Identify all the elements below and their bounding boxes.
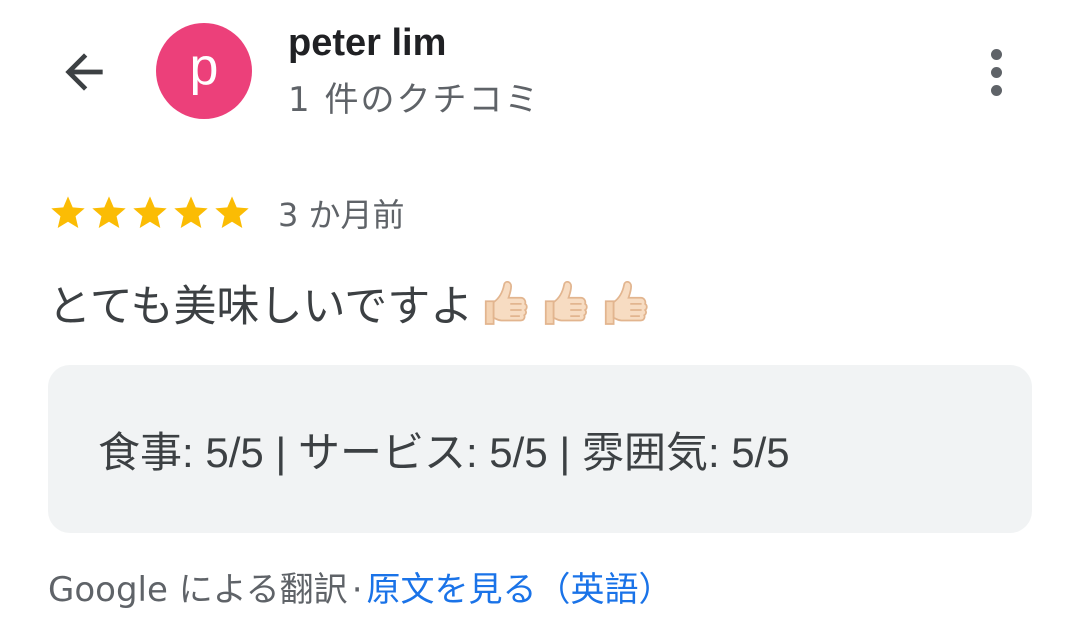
rating-row: 3 か月前 [48,190,405,236]
see-original-link[interactable]: 原文を見る（英語） [367,562,673,611]
header: p peter lim 1 件のクチコミ [0,0,1080,140]
sub-ratings-box: 食事: 5/5 | サービス: 5/5 | 雰囲気: 5/5 [48,365,1032,533]
more-vertical-icon [990,48,1002,60]
separator: · [351,570,363,610]
back-button[interactable] [44,32,124,112]
star-icon [130,193,170,233]
review-detail-page: p peter lim 1 件のクチコミ 3 か月前 とても美味しいですよ 食事… [0,0,1080,623]
review-text: とても美味しいですよ [48,272,653,334]
more-vertical-icon-dot [990,84,1002,96]
star-icon [212,193,252,233]
star-icon [171,193,211,233]
star-icon [89,193,129,233]
user-name[interactable]: peter lim [288,22,446,65]
review-count: 1 件のクチコミ [288,80,541,120]
more-options-button[interactable] [966,38,1026,106]
avatar[interactable]: p [156,23,252,119]
sub-ratings-text: 食事: 5/5 | サービス: 5/5 | 雰囲気: 5/5 [98,428,790,476]
review-time: 3 か月前 [278,196,405,234]
avatar-letter: p [189,38,219,96]
translation-note: Google による翻訳 [48,570,348,610]
thumbs-up-icon [477,275,533,331]
more-vertical-icon-dot [990,66,1002,78]
review-body: とても美味しいですよ [48,282,474,332]
emoji-group [477,275,653,331]
thumbs-up-icon [537,275,593,331]
translation-row: Google による翻訳 · 原文を見る（英語） [48,562,673,611]
thumbs-up-icon [597,275,653,331]
arrow-back-icon [65,53,103,91]
star-icon [48,193,88,233]
star-rating [48,193,252,233]
